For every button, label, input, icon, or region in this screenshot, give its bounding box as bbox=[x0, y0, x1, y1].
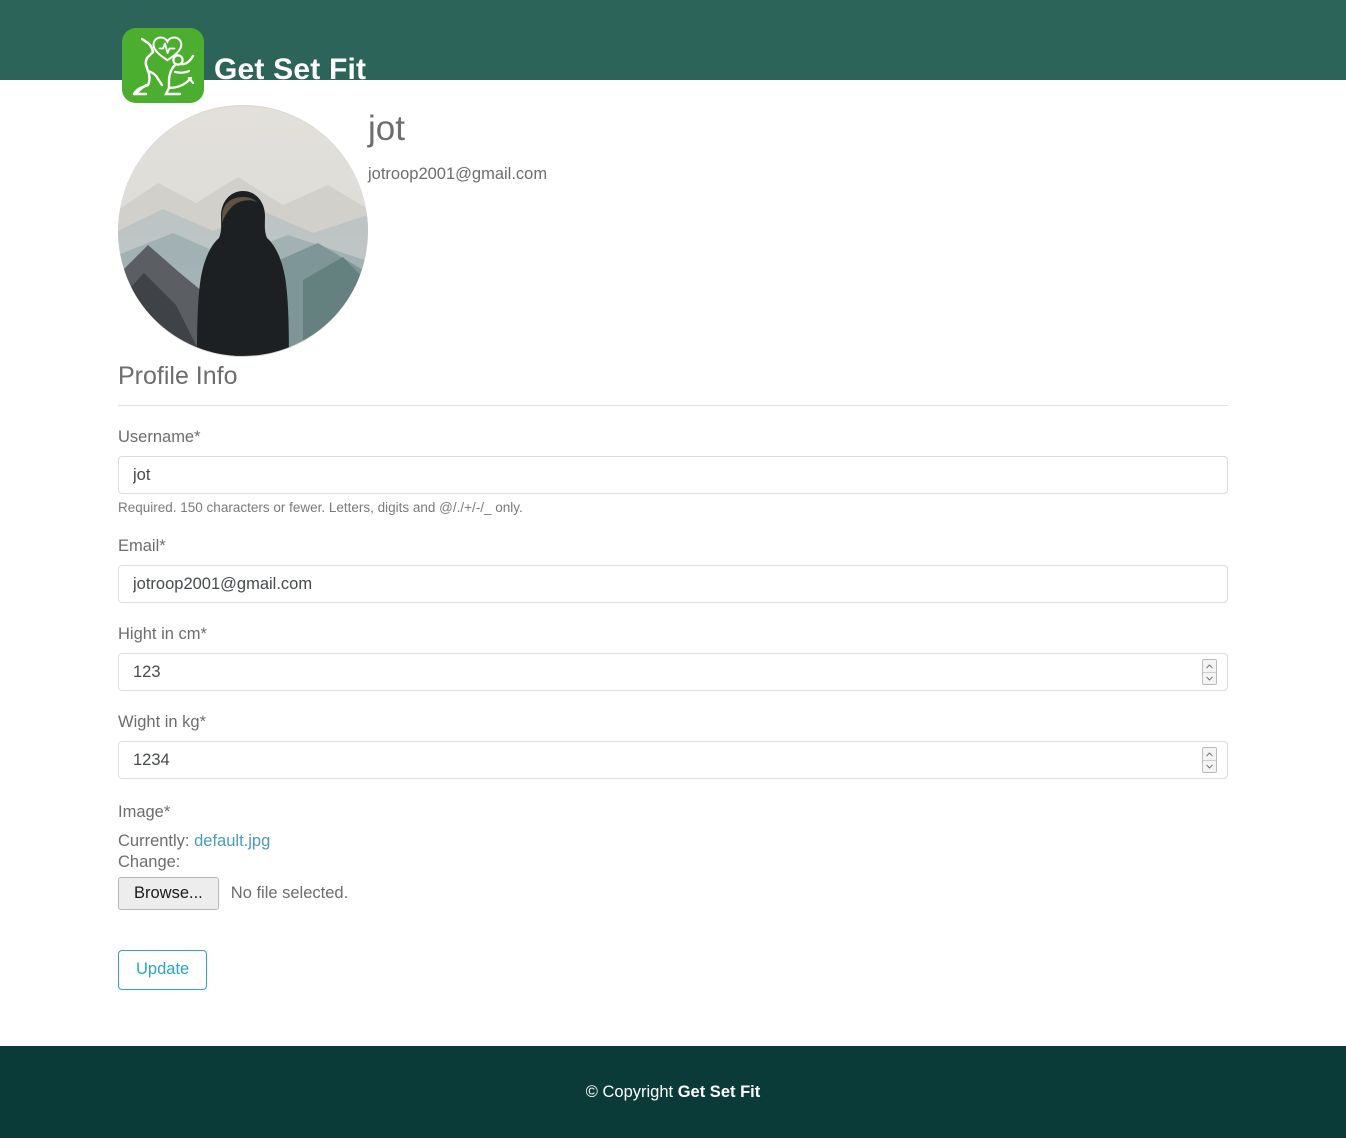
brand-logo-link[interactable]: Get Set Fit bbox=[122, 28, 366, 103]
profile-meta: jot jotroop2001@gmail.com bbox=[368, 109, 548, 184]
file-status-text: No file selected. bbox=[230, 883, 349, 902]
page-title: jot bbox=[368, 109, 405, 148]
field-height: Hight in cm* bbox=[118, 625, 1228, 691]
username-help-text: Required. 150 characters or fewer. Lette… bbox=[118, 500, 523, 515]
field-username: Username* Required. 150 characters or fe… bbox=[118, 428, 1228, 515]
image-label: Image* bbox=[118, 803, 171, 821]
avatar bbox=[118, 105, 368, 357]
footer-copyright-prefix: © Copyright bbox=[585, 1082, 674, 1101]
file-input-row: Browse... No file selected. bbox=[118, 877, 1228, 910]
yoga-heart-logo-icon bbox=[122, 28, 204, 103]
field-weight: Wight in kg* bbox=[118, 713, 1228, 779]
email-field[interactable] bbox=[118, 565, 1228, 603]
update-button[interactable]: Update bbox=[118, 949, 208, 990]
current-file-link[interactable]: default.jpg bbox=[194, 832, 270, 850]
height-input-wrap bbox=[118, 653, 1228, 691]
browse-button[interactable]: Browse... bbox=[118, 877, 219, 910]
height-stepper[interactable] bbox=[1202, 659, 1217, 685]
chevron-up-icon[interactable] bbox=[1203, 748, 1216, 760]
site-footer: © Copyright Get Set Fit bbox=[0, 1046, 1346, 1138]
section-title-profile-info: Profile Info bbox=[118, 362, 1228, 406]
weight-label: Wight in kg* bbox=[118, 713, 207, 731]
height-label: Hight in cm* bbox=[118, 625, 207, 643]
weight-stepper[interactable] bbox=[1202, 747, 1217, 773]
currently-line: Currently: default.jpg bbox=[118, 832, 1228, 851]
weight-input-wrap bbox=[118, 741, 1228, 779]
username-label: Username* bbox=[118, 428, 201, 446]
profile-header-section: jot jotroop2001@gmail.com bbox=[118, 105, 1228, 370]
change-label: Change: bbox=[118, 853, 181, 871]
field-email: Email* bbox=[118, 537, 1228, 603]
chevron-down-icon[interactable] bbox=[1203, 672, 1216, 684]
footer-brand-name: Get Set Fit bbox=[677, 1082, 761, 1101]
profile-email: jotroop2001@gmail.com bbox=[368, 164, 548, 183]
email-label: Email* bbox=[118, 537, 166, 555]
username-input[interactable] bbox=[118, 456, 1228, 494]
field-image: Image* Currently: default.jpg Change: Br… bbox=[118, 803, 1228, 910]
profile-form: Profile Info Username* Required. 150 cha… bbox=[118, 362, 1228, 990]
currently-prefix: Currently: bbox=[118, 832, 190, 850]
brand-name: Get Set Fit bbox=[214, 52, 367, 86]
submit-row: Update bbox=[118, 949, 1228, 990]
chevron-up-icon[interactable] bbox=[1203, 660, 1216, 672]
height-input[interactable] bbox=[118, 653, 1228, 691]
footer-copyright: © Copyright Get Set Fit bbox=[586, 1083, 760, 1102]
weight-input[interactable] bbox=[118, 741, 1228, 779]
page-root: Get Set Fit Home Profile Feature Logout … bbox=[0, 0, 1346, 1138]
chevron-down-icon[interactable] bbox=[1203, 760, 1216, 772]
